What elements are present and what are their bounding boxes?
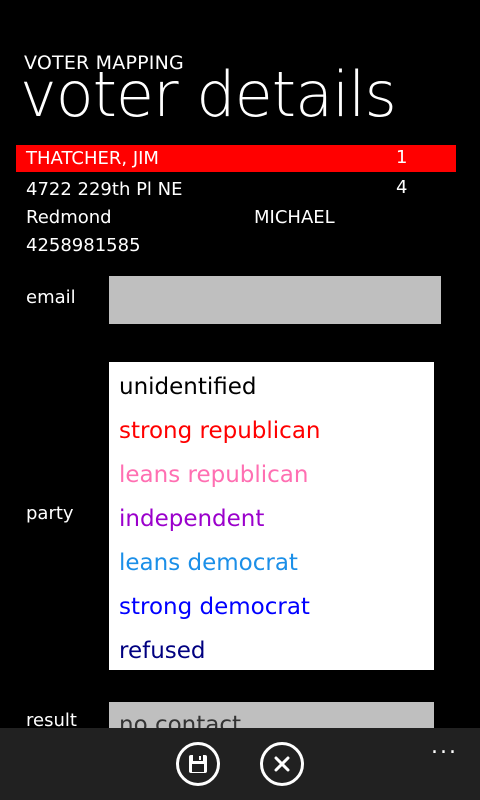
voter-name: THATCHER, JIM [26, 148, 159, 169]
party-list: unidentified strong republican leans rep… [109, 362, 434, 670]
email-field[interactable] [109, 276, 441, 324]
party-label: party [26, 503, 74, 524]
save-button[interactable] [176, 742, 220, 786]
close-icon [274, 756, 290, 772]
party-option-unidentified[interactable]: unidentified [119, 374, 257, 400]
voter-phone: 4258981585 [26, 235, 141, 256]
party-option-strong-republican[interactable]: strong republican [119, 418, 321, 444]
voter-city: Redmond [26, 207, 112, 228]
more-options-button[interactable]: ... [431, 734, 458, 759]
party-option-leans-republican[interactable]: leans republican [119, 462, 308, 488]
save-icon [189, 755, 207, 773]
voter-number: 1 [396, 147, 408, 168]
party-option-strong-democrat[interactable]: strong democrat [119, 594, 310, 620]
party-option-refused[interactable]: refused [119, 638, 206, 664]
voter-header-row[interactable]: THATCHER, JIM 1 [16, 145, 456, 172]
party-option-leans-democrat[interactable]: leans democrat [119, 550, 298, 576]
voter-precinct: MICHAEL [254, 207, 335, 228]
app-bar: ... [0, 728, 480, 800]
page-title: voter details [20, 58, 397, 131]
voter-address: 4722 229th Pl NE [26, 179, 183, 200]
party-option-independent[interactable]: independent [119, 506, 264, 532]
email-label: email [26, 287, 76, 308]
cancel-button[interactable] [260, 742, 304, 786]
voter-address-number: 4 [396, 177, 408, 198]
